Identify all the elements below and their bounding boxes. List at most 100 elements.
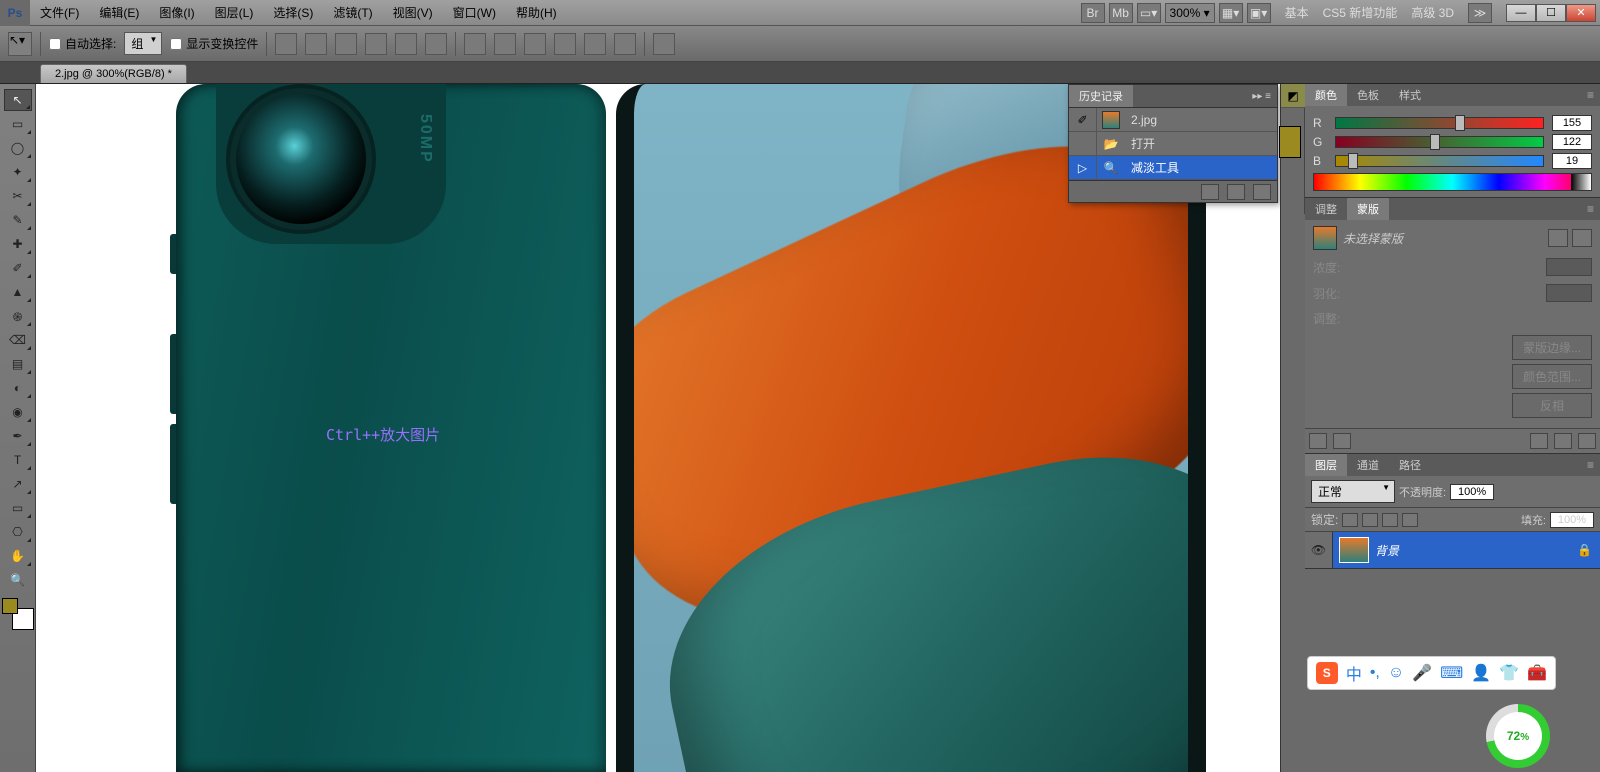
heal-tool[interactable]: ✚ xyxy=(4,233,32,255)
spectrum-ramp[interactable] xyxy=(1313,173,1592,191)
panel-collapse-icon[interactable]: ▸▸ ≡ xyxy=(1246,91,1277,102)
panel-menu-icon[interactable]: ≡ xyxy=(1581,88,1600,102)
menu-help[interactable]: 帮助(H) xyxy=(506,0,567,26)
dodge-tool[interactable]: ◉ xyxy=(4,401,32,423)
show-transform-check[interactable]: 显示变换控件 xyxy=(170,35,258,52)
tab-channels[interactable]: 通道 xyxy=(1347,454,1389,476)
feather-value[interactable] xyxy=(1546,284,1592,302)
menu-edit[interactable]: 编辑(E) xyxy=(89,0,149,26)
eraser-tool[interactable]: ⌫ xyxy=(4,329,32,351)
menu-layer[interactable]: 图层(L) xyxy=(205,0,264,26)
b-slider[interactable] xyxy=(1335,155,1544,167)
screen-icon[interactable]: ▣▾ xyxy=(1247,3,1271,23)
blur-tool[interactable]: ◐ xyxy=(4,377,32,399)
lock-trans-icon[interactable] xyxy=(1342,513,1358,527)
window-close-button[interactable]: ✕ xyxy=(1566,4,1596,22)
color-range-button[interactable]: 颜色范围... xyxy=(1512,364,1592,389)
workspace-3d[interactable]: 高级 3D xyxy=(1411,4,1454,21)
zoom-tool[interactable]: 🔍 xyxy=(4,569,32,591)
align-icon[interactable] xyxy=(335,33,357,55)
mask-edge-button[interactable]: 蒙版边缘... xyxy=(1512,335,1592,360)
screenmode-icon[interactable]: ▭▾ xyxy=(1137,3,1161,23)
layer-visibility-icon[interactable]: 👁 xyxy=(1305,532,1333,568)
move-tool[interactable]: ↖ xyxy=(4,89,32,111)
menu-view[interactable]: 视图(V) xyxy=(383,0,443,26)
shape-tool[interactable]: ▭ xyxy=(4,497,32,519)
lasso-tool[interactable]: ◯ xyxy=(4,137,32,159)
distribute-icon[interactable] xyxy=(494,33,516,55)
menu-window[interactable]: 窗口(W) xyxy=(443,0,506,26)
add-vector-mask-button[interactable] xyxy=(1572,229,1592,247)
lock-pos-icon[interactable] xyxy=(1382,513,1398,527)
tab-swatches[interactable]: 色板 xyxy=(1347,84,1389,106)
collapsed-panel-icon[interactable]: ◩ xyxy=(1281,84,1305,108)
history-tab[interactable]: 历史记录 xyxy=(1069,85,1133,107)
move-tool-preset-icon[interactable]: ↖▾ xyxy=(8,32,32,56)
3d-tool[interactable]: ⎔ xyxy=(4,521,32,543)
distribute-icon[interactable] xyxy=(614,33,636,55)
ime-toolbox-icon[interactable]: 🧰 xyxy=(1527,663,1547,683)
current-color-swatch[interactable] xyxy=(1279,126,1301,158)
panel-menu-icon[interactable]: ≡ xyxy=(1581,202,1600,216)
fill-value[interactable]: 100% xyxy=(1550,512,1594,528)
crop-tool[interactable]: ✂ xyxy=(4,185,32,207)
align-icon[interactable] xyxy=(425,33,447,55)
mask-foot-icon[interactable] xyxy=(1554,433,1572,449)
zoom-select[interactable]: 300% ▾ xyxy=(1165,3,1215,23)
history-brush-source-icon[interactable]: ✐ xyxy=(1077,113,1087,127)
eyedropper-tool[interactable]: ✎ xyxy=(4,209,32,231)
align-icon[interactable] xyxy=(305,33,327,55)
history-source-row[interactable]: ✐ 2.jpg xyxy=(1069,108,1277,132)
ime-lang[interactable]: 中 xyxy=(1346,661,1362,685)
gradient-tool[interactable]: ▤ xyxy=(4,353,32,375)
distribute-icon[interactable] xyxy=(524,33,546,55)
align-icon[interactable] xyxy=(365,33,387,55)
tab-masks[interactable]: 蒙版 xyxy=(1347,198,1389,220)
history-brush-tool[interactable]: ֍ xyxy=(4,305,32,327)
mask-foot-icon[interactable] xyxy=(1309,433,1327,449)
path-select-tool[interactable]: ↗ xyxy=(4,473,32,495)
workspace-basic[interactable]: 基本 xyxy=(1285,4,1309,21)
quick-select-tool[interactable]: ✦ xyxy=(4,161,32,183)
history-delete-button[interactable] xyxy=(1253,184,1271,200)
sogou-logo-icon[interactable]: S xyxy=(1316,662,1338,684)
add-pixel-mask-button[interactable] xyxy=(1548,229,1568,247)
r-value[interactable]: 155 xyxy=(1552,115,1592,131)
tab-adjustments[interactable]: 调整 xyxy=(1305,198,1347,220)
align-icon[interactable] xyxy=(395,33,417,55)
history-step-open[interactable]: 📂 打开 xyxy=(1069,132,1277,156)
b-value[interactable]: 19 xyxy=(1552,153,1592,169)
opacity-value[interactable]: 100% xyxy=(1450,484,1494,500)
layer-row-background[interactable]: 👁 背景 🔒 xyxy=(1305,532,1600,568)
g-slider[interactable] xyxy=(1335,136,1544,148)
arrange-icon[interactable]: ▦▾ xyxy=(1219,3,1243,23)
ime-user-icon[interactable]: 👤 xyxy=(1471,663,1491,683)
mask-foot-icon[interactable] xyxy=(1333,433,1351,449)
distribute-icon[interactable] xyxy=(464,33,486,55)
g-value[interactable]: 122 xyxy=(1552,134,1592,150)
bridge-icon[interactable]: Br xyxy=(1081,3,1105,23)
workspace-cs5[interactable]: CS5 新增功能 xyxy=(1323,4,1398,21)
document-tab[interactable]: 2.jpg @ 300%(RGB/8) * xyxy=(40,64,187,83)
history-step-dodge[interactable]: ▷ 🔍 减淡工具 xyxy=(1069,156,1277,180)
r-slider[interactable] xyxy=(1335,117,1544,129)
tab-layers[interactable]: 图层 xyxy=(1305,454,1347,476)
history-new-button[interactable] xyxy=(1227,184,1245,200)
pen-tool[interactable]: ✒ xyxy=(4,425,32,447)
mask-foot-icon[interactable] xyxy=(1578,433,1596,449)
menu-image[interactable]: 图像(I) xyxy=(149,0,204,26)
minibridge-icon[interactable]: Mb xyxy=(1109,3,1133,23)
ime-keyboard-icon[interactable]: ⌨ xyxy=(1440,663,1463,683)
workspace-more-icon[interactable]: ≫ xyxy=(1468,3,1492,23)
ime-voice-icon[interactable]: 🎤 xyxy=(1412,663,1432,683)
auto-select-check[interactable]: 自动选择: xyxy=(49,35,116,52)
hand-tool[interactable]: ✋ xyxy=(4,545,32,567)
panel-menu-icon[interactable]: ≡ xyxy=(1581,458,1600,472)
menu-file[interactable]: 文件(F) xyxy=(30,0,89,26)
stamp-tool[interactable]: ▲ xyxy=(4,281,32,303)
foreground-swatch[interactable] xyxy=(2,598,18,614)
ime-skin-icon[interactable]: 👕 xyxy=(1499,663,1519,683)
density-value[interactable] xyxy=(1546,258,1592,276)
auto-align-icon[interactable] xyxy=(653,33,675,55)
ime-emoji-icon[interactable]: ☺ xyxy=(1388,664,1404,682)
